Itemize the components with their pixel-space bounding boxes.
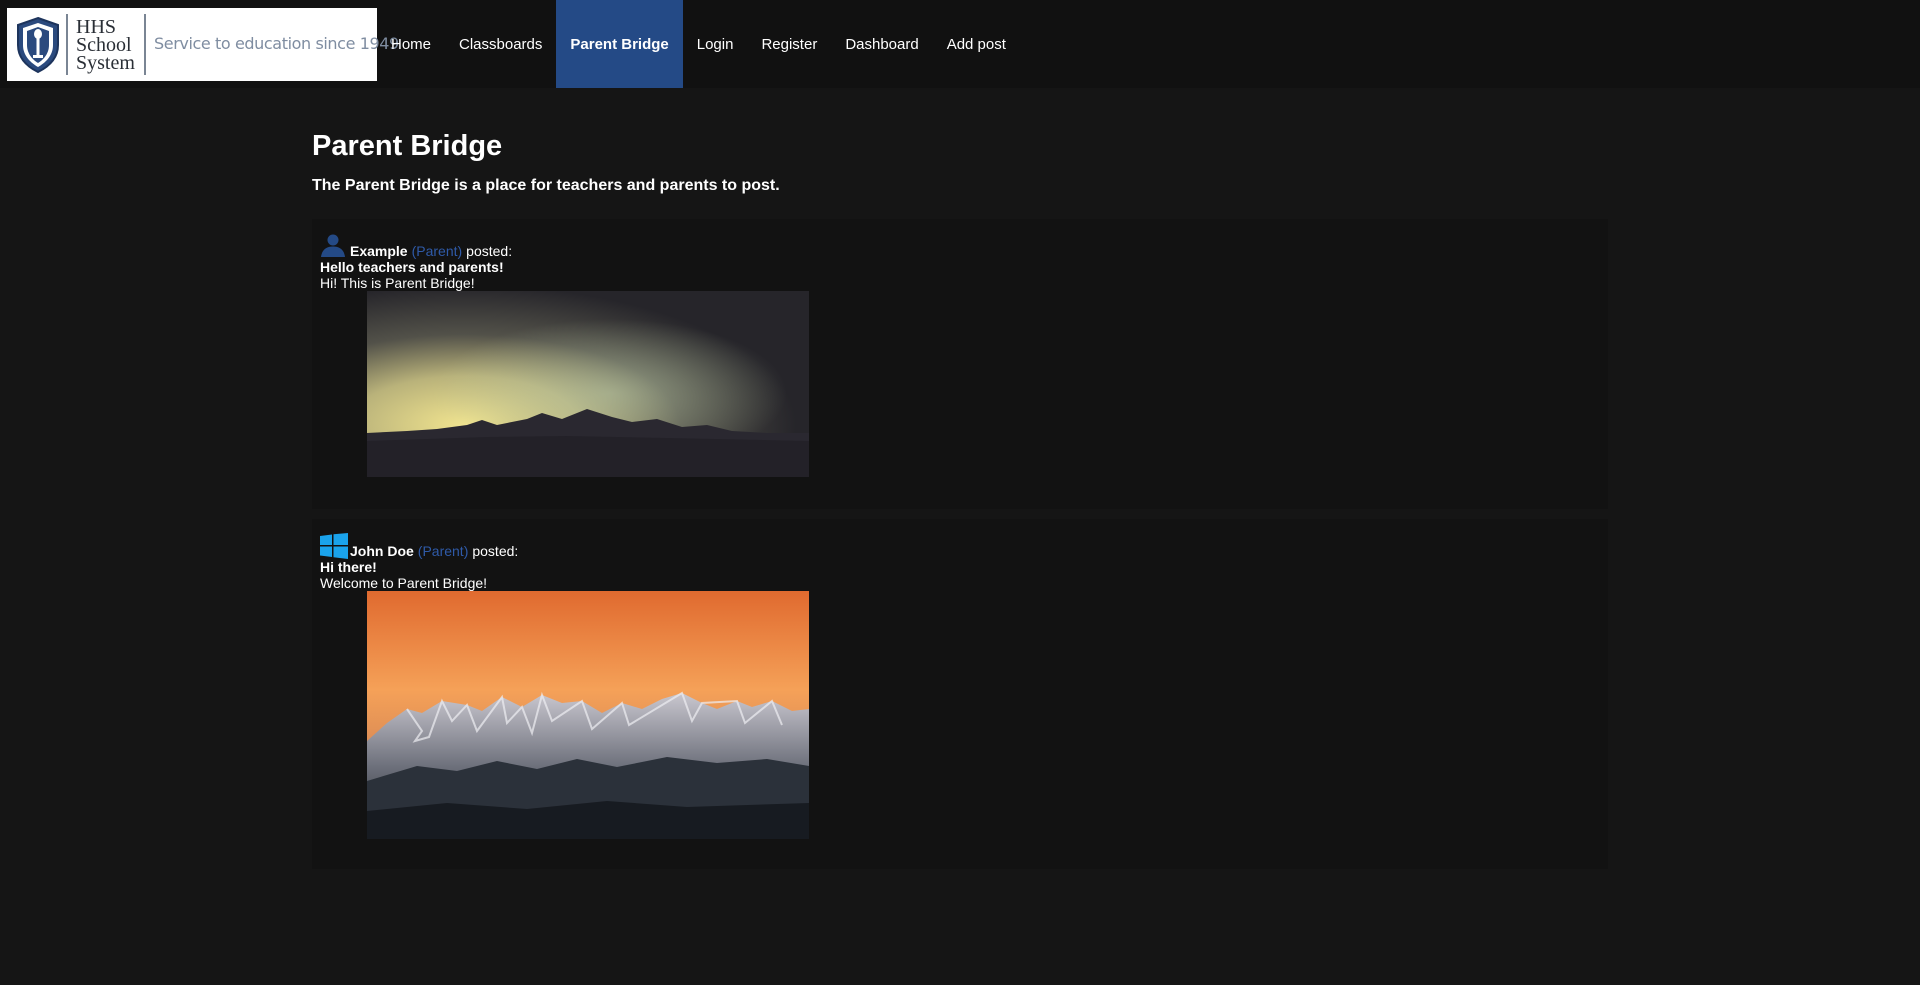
windows-logo-icon [320, 533, 348, 559]
post-header: Example (Parent) posted: [320, 219, 1600, 259]
post-header: John Doe (Parent) posted: [320, 519, 1600, 559]
nav-item-home[interactable]: Home [377, 0, 445, 88]
user-icon [321, 234, 345, 257]
nav-item-classboards[interactable]: Classboards [445, 0, 556, 88]
post-image [367, 291, 809, 477]
nav-item-parent-bridge[interactable]: Parent Bridge [556, 0, 683, 88]
page-title: Parent Bridge [312, 130, 503, 162]
page-header: Parent Bridge The Parent Bridge is a pla… [312, 130, 1608, 195]
logo-divider [144, 14, 146, 75]
logo-name-line: System [76, 52, 135, 74]
navbar: HHS School System Service to education s… [0, 0, 1920, 88]
shield-logo-icon [17, 16, 59, 74]
post-card: John Doe (Parent) posted: Hi there! Welc… [312, 519, 1608, 869]
nav-menu: Home Classboards Parent Bridge Login Reg… [377, 0, 1020, 88]
post-card: Example (Parent) posted: Hello teachers … [312, 219, 1608, 509]
site-logo[interactable]: HHS School System Service to education s… [7, 8, 399, 81]
logo-tagline: Service to education since 1949 [154, 34, 399, 53]
post-body: Welcome to Parent Bridge! [320, 575, 488, 591]
logo-divider [66, 14, 68, 75]
post-author[interactable]: Example [350, 243, 408, 259]
nav-item-login[interactable]: Login [683, 0, 748, 88]
post-image [367, 591, 809, 839]
nav-item-add-post[interactable]: Add post [933, 0, 1020, 88]
post-title: Hello teachers and parents! [320, 259, 504, 275]
post-body: Hi! This is Parent Bridge! [320, 275, 475, 291]
posted-label: posted: [472, 543, 519, 559]
page-subtitle: The Parent Bridge is a place for teacher… [312, 177, 780, 194]
post-author[interactable]: John Doe [350, 543, 414, 559]
post-title: Hi there! [320, 559, 377, 575]
posted-label: posted: [466, 243, 513, 259]
logo-school-name: HHS School System [76, 17, 150, 74]
nav-item-dashboard[interactable]: Dashboard [831, 0, 932, 88]
nav-item-register[interactable]: Register [747, 0, 831, 88]
post-author-role: (Parent) [411, 243, 463, 259]
post-author-role: (Parent) [417, 543, 469, 559]
